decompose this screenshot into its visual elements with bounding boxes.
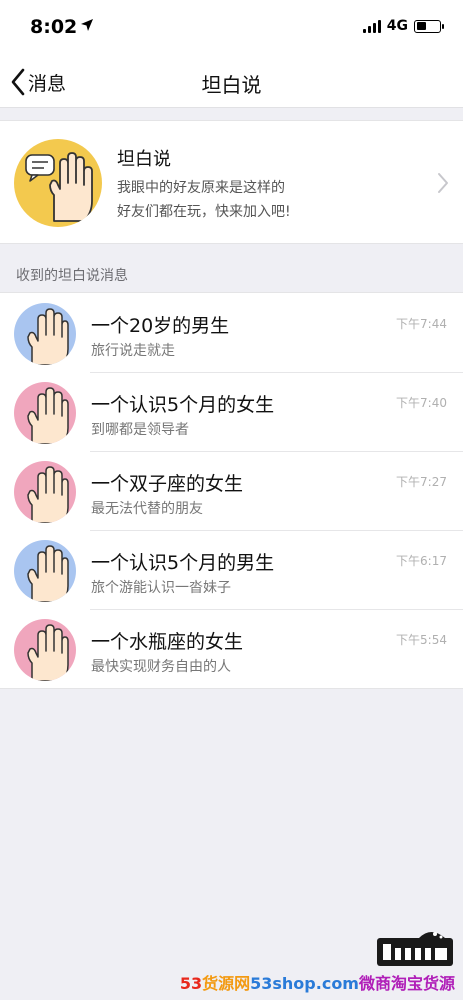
message-list: 一个20岁的男生 旅行说走就走 下午7:44 一个认识5个月的女生 到哪都是领导… (0, 292, 463, 689)
hand-avatar-icon (14, 540, 76, 602)
page-title: 坦白说 (201, 73, 262, 97)
hand-avatar-icon (14, 303, 76, 365)
watermark-part3: 53shop.com (250, 974, 359, 993)
message-item[interactable]: 一个20岁的男生 旅行说走就走 下午7:44 (0, 293, 463, 372)
watermark-part1: 53 (179, 974, 203, 993)
feature-description-line2: 好友们都在玩，快来加入吧! (117, 204, 291, 220)
message-avatar (14, 303, 76, 365)
signal-icon (362, 19, 381, 33)
feature-description-line1: 我眼中的好友原来是这样的 (117, 180, 285, 196)
message-title: 一个认识5个月的女生 (91, 394, 275, 416)
message-time: 下午6:17 (396, 554, 447, 568)
feature-title: 坦白说 (117, 149, 171, 170)
message-title: 一个认识5个月的男生 (91, 552, 275, 574)
message-subtitle: 最无法代替的朋友 (91, 501, 203, 517)
message-time: 下午5:54 (396, 633, 447, 647)
hand-avatar-icon (14, 461, 76, 523)
message-title: 一个水瓶座的女生 (91, 631, 244, 653)
hand-avatar-icon (14, 382, 76, 444)
message-subtitle: 到哪都是领导者 (91, 422, 189, 438)
chevron-right-icon (438, 173, 448, 193)
watermark-part2: 货源网 (202, 974, 251, 993)
location-arrow-icon (81, 19, 93, 31)
message-time: 下午7:27 (396, 475, 447, 489)
message-item[interactable]: 一个双子座的女生 最无法代替的朋友 下午7:27 (0, 451, 463, 530)
watermark-logo (377, 932, 453, 966)
message-title: 一个20岁的男生 (91, 315, 230, 337)
hand-avatar-icon (14, 619, 76, 681)
message-subtitle: 旅行说走就走 (91, 343, 175, 359)
message-avatar (14, 619, 76, 681)
watermark-text: 53货源网53shop.com微商淘宝货源 (180, 970, 455, 994)
status-time: 8:02 (30, 16, 78, 38)
network-type: 4G (386, 18, 408, 34)
message-item[interactable]: 一个水瓶座的女生 最快实现财务自由的人 下午5:54 (0, 609, 463, 688)
hand-with-speech-bubble-icon (25, 152, 93, 222)
feature-card[interactable]: 坦白说 我眼中的好友原来是这样的 好友们都在玩，快来加入吧! (0, 120, 463, 244)
message-avatar (14, 540, 76, 602)
message-item[interactable]: 一个认识5个月的男生 旅个游能认识一沓妹子 下午6:17 (0, 530, 463, 609)
watermark-part4: 微商淘宝货源 (358, 974, 455, 993)
feature-avatar (14, 139, 102, 227)
message-subtitle: 最快实现财务自由的人 (91, 659, 231, 675)
status-indicators: 4G (362, 18, 444, 34)
message-time: 下午7:44 (396, 317, 447, 331)
section-header: 收到的坦白说消息 (16, 268, 128, 284)
nav-bar: 消息 坦白说 (0, 56, 463, 108)
battery-icon (414, 19, 444, 33)
message-subtitle: 旅个游能认识一沓妹子 (91, 580, 231, 596)
message-avatar (14, 382, 76, 444)
message-title: 一个双子座的女生 (91, 473, 244, 495)
message-time: 下午7:40 (396, 396, 447, 410)
message-item[interactable]: 一个认识5个月的女生 到哪都是领导者 下午7:40 (0, 372, 463, 451)
status-bar: 8:02 4G (0, 0, 463, 56)
message-avatar (14, 461, 76, 523)
